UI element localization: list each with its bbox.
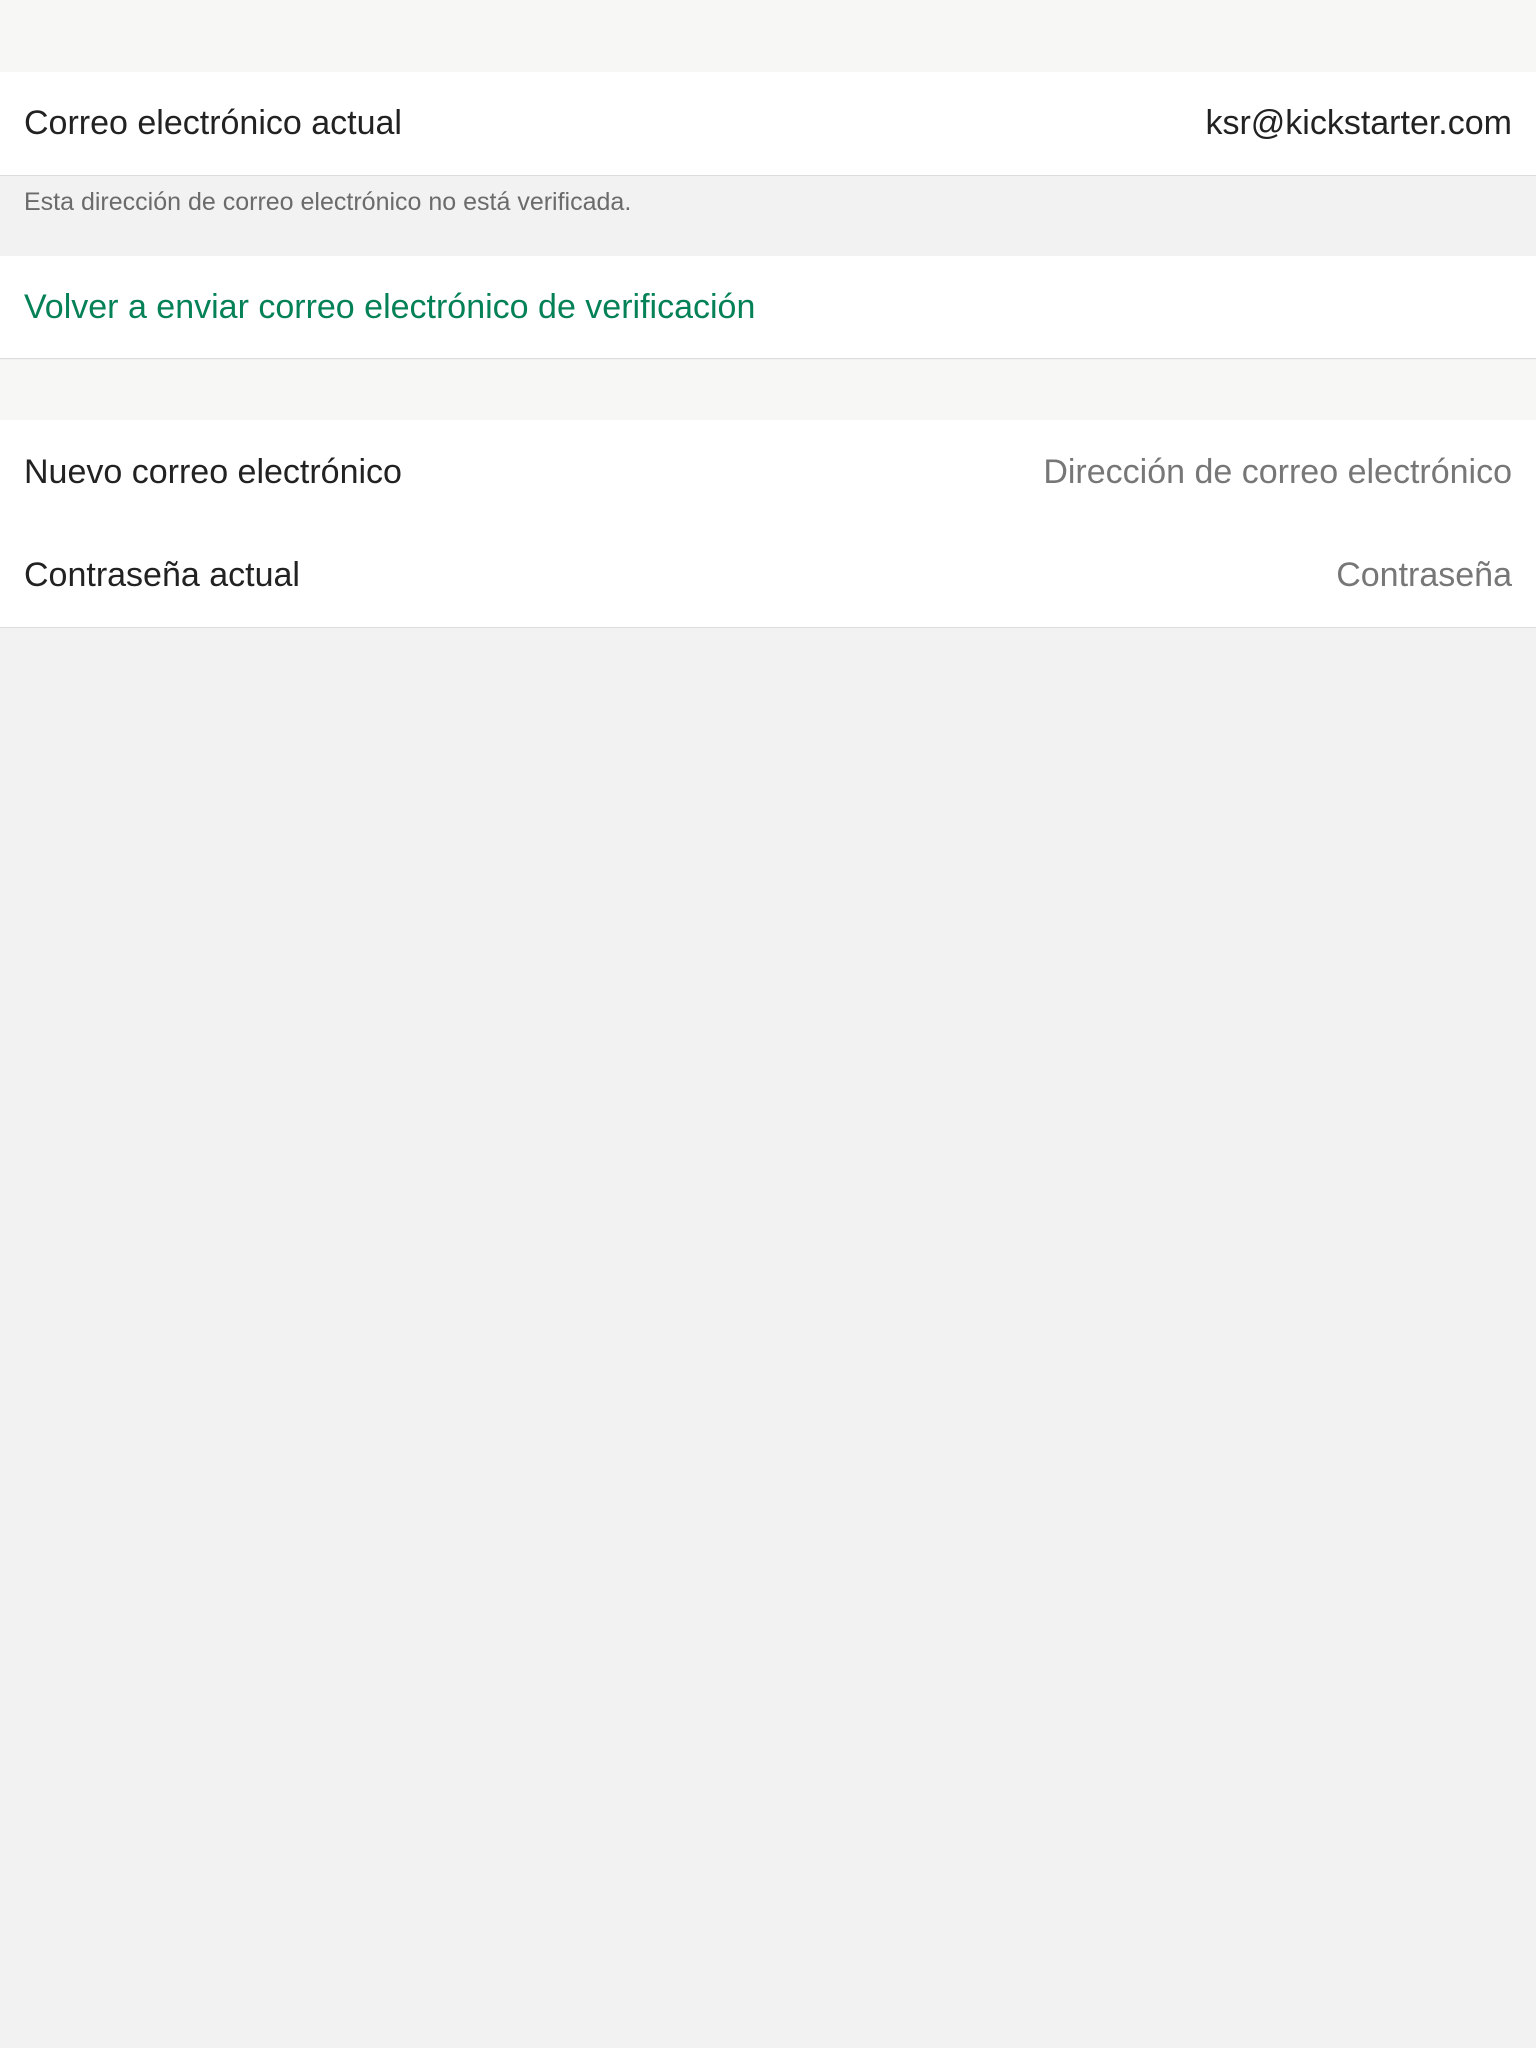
current-password-input[interactable] bbox=[812, 556, 1512, 595]
new-email-row: Nuevo correo electrónico bbox=[0, 420, 1536, 524]
resend-verification-label: Volver a enviar correo electrónico de ve… bbox=[24, 287, 756, 326]
current-password-label: Contraseña actual bbox=[24, 556, 300, 594]
current-password-row: Contraseña actual bbox=[0, 524, 1536, 628]
new-email-label: Nuevo correo electrónico bbox=[24, 452, 402, 491]
current-email-label: Correo electrónico actual bbox=[24, 104, 402, 142]
top-spacer bbox=[0, 0, 1536, 72]
current-email-value: ksr@kickstarter.com bbox=[1205, 104, 1512, 142]
resend-verification-button[interactable]: Volver a enviar correo electrónico de ve… bbox=[0, 256, 1536, 359]
new-email-input[interactable] bbox=[812, 452, 1512, 492]
section-spacer bbox=[0, 360, 1536, 420]
current-email-row: Correo electrónico actual ksr@kickstarte… bbox=[0, 72, 1536, 176]
unverified-email-note: Esta dirección de correo electrónico no … bbox=[24, 188, 632, 216]
